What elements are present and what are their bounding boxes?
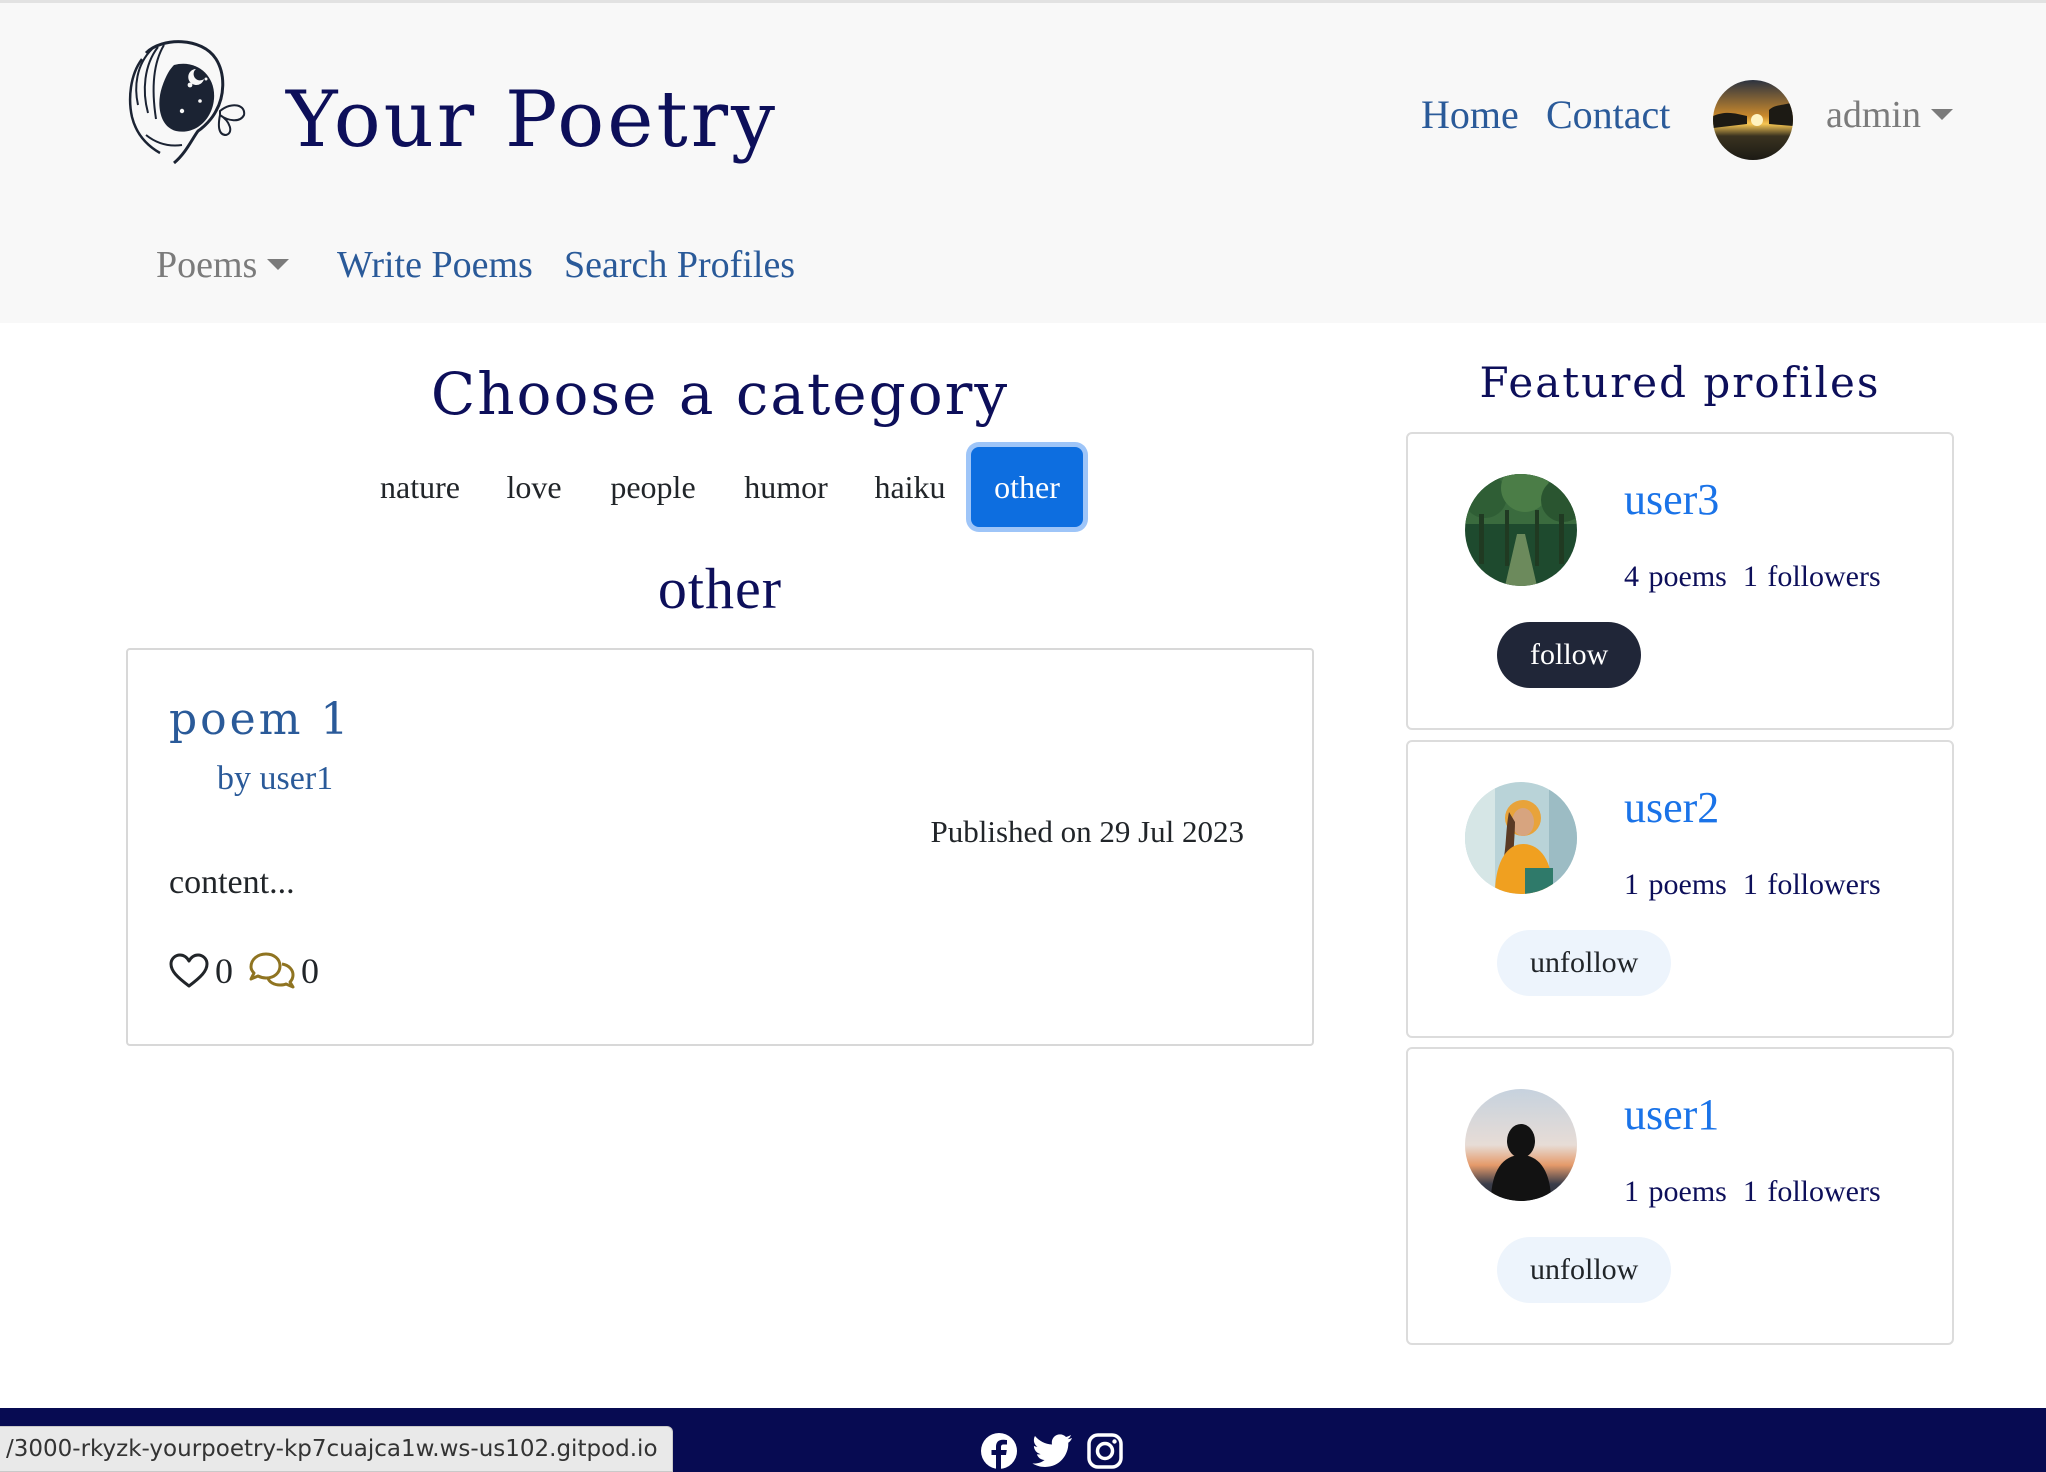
profile-card: user3 4 poems 1 followers follow [1406, 432, 1954, 730]
category-heading: Choose a category [430, 360, 1010, 428]
category-tab-nature[interactable]: nature [370, 447, 470, 527]
category-tab-love[interactable]: love [488, 447, 580, 527]
comments-icon[interactable] [247, 951, 297, 991]
instagram-icon[interactable] [1086, 1432, 1124, 1470]
category-tabs: nature love people humor haiku other [0, 447, 1440, 527]
profile-stats: 1 poems 1 followers [1624, 1175, 1881, 1209]
category-tab-other[interactable]: other [971, 447, 1083, 527]
poem-content: content... [169, 864, 295, 901]
site-brand[interactable]: Your Poetry [286, 75, 778, 165]
profile-avatar[interactable] [1465, 474, 1577, 586]
chevron-down-icon [267, 258, 290, 270]
profile-stats: 1 poems 1 followers [1624, 868, 1881, 902]
unfollow-button[interactable]: unfollow [1497, 930, 1672, 996]
profile-avatar[interactable] [1465, 782, 1577, 894]
profile-follower-count: 1 followers [1742, 560, 1881, 593]
poems-dropdown[interactable]: Poems [156, 243, 290, 287]
selected-category-heading: other [657, 556, 783, 621]
category-tab-haiku[interactable]: haiku [862, 447, 958, 527]
comment-count: 0 [301, 951, 319, 991]
profile-follower-count: 1 followers [1742, 1175, 1881, 1208]
profile-poem-count: 1 poems [1624, 868, 1727, 901]
nav-write-poems-link[interactable]: Write Poems [337, 243, 533, 287]
unfollow-button[interactable]: unfollow [1497, 1237, 1672, 1303]
profile-avatar[interactable] [1465, 1089, 1577, 1201]
like-count: 0 [215, 951, 233, 991]
profile-poem-count: 4 poems [1624, 560, 1727, 593]
poems-dropdown-label: Poems [156, 244, 258, 286]
social-links [980, 1432, 1124, 1470]
poem-stats: 0 0 [169, 950, 319, 992]
nav-search-profiles-link[interactable]: Search Profiles [564, 243, 795, 287]
profile-follower-count: 1 followers [1742, 868, 1881, 901]
category-tab-people[interactable]: people [596, 447, 710, 527]
featured-profiles-heading: Featured profiles [1479, 358, 1881, 407]
user-menu-label: admin [1826, 94, 1921, 136]
logo-icon[interactable] [112, 35, 252, 171]
facebook-icon[interactable] [980, 1432, 1018, 1470]
profile-name-link[interactable]: user3 [1624, 474, 1719, 525]
twitter-icon[interactable] [1032, 1432, 1072, 1470]
category-tab-humor[interactable]: humor [730, 447, 842, 527]
profile-name-link[interactable]: user1 [1624, 1089, 1719, 1140]
profile-card: user2 1 poems 1 followers unfollow [1406, 740, 1954, 1038]
heart-icon[interactable] [169, 953, 209, 989]
user-avatar[interactable] [1713, 80, 1793, 160]
browser-status-bar: /3000-rkyzk-yourpoetry-kp7cuajca1w.ws-us… [0, 1426, 673, 1472]
site-header: Your Poetry Home Contact admin Poems Wri… [0, 0, 2046, 323]
poem-card: poem 1 by user1 Published on 29 Jul 2023… [126, 648, 1314, 1046]
profile-card: user1 1 poems 1 followers unfollow [1406, 1047, 1954, 1345]
chevron-down-icon [1930, 108, 1953, 120]
poem-published-date: Published on 29 Jul 2023 [930, 814, 1244, 849]
profile-name-link[interactable]: user2 [1624, 782, 1719, 833]
profile-stats: 4 poems 1 followers [1624, 560, 1881, 594]
poem-author-link[interactable]: by user1 [217, 760, 333, 798]
follow-button[interactable]: follow [1497, 622, 1642, 688]
user-menu-dropdown[interactable]: admin [1826, 93, 1953, 137]
poem-title-link[interactable]: poem 1 [169, 694, 351, 745]
profile-poem-count: 1 poems [1624, 1175, 1727, 1208]
nav-contact-link[interactable]: Contact [1546, 91, 1670, 138]
nav-home-link[interactable]: Home [1421, 91, 1519, 138]
